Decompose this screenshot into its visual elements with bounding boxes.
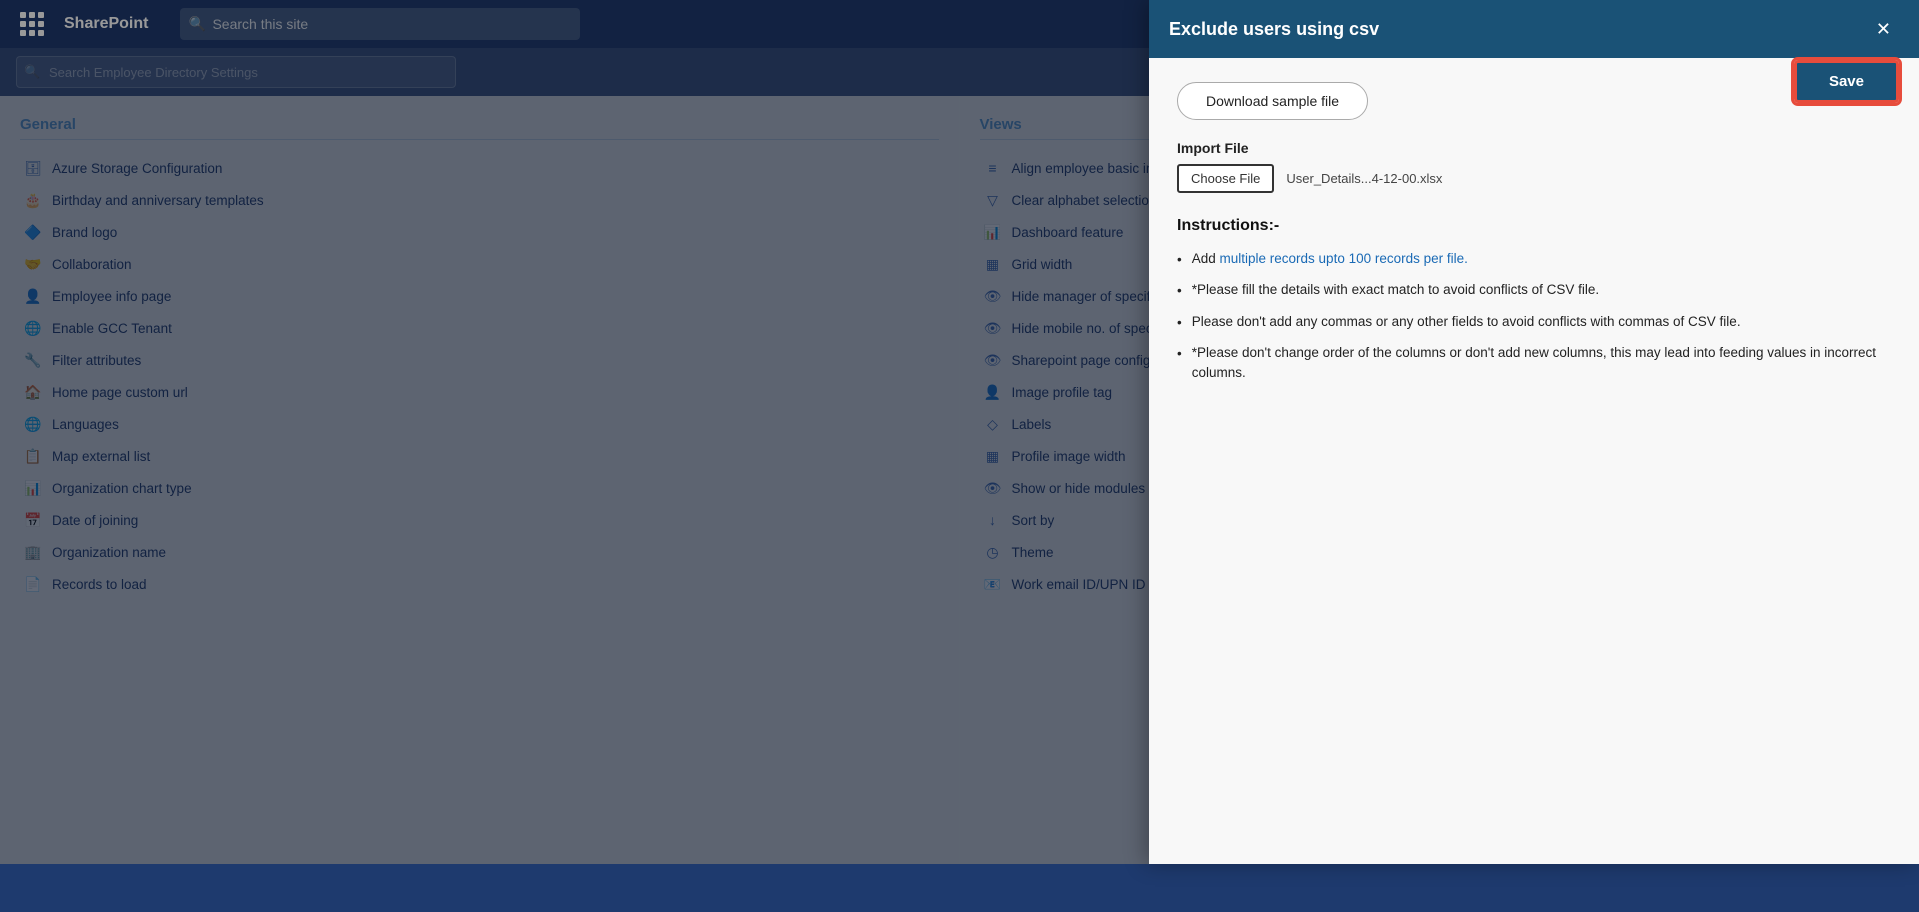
save-button[interactable]: Save <box>1794 60 1899 103</box>
modal-close-button[interactable]: ✕ <box>1868 16 1899 42</box>
instruction-text: *Please don't change order of the column… <box>1192 343 1891 384</box>
instruction-text: *Please fill the details with exact matc… <box>1192 280 1599 301</box>
instruction-item: • *Please fill the details with exact mat… <box>1177 280 1891 301</box>
instruction-item: •*Please don't change order of the colum… <box>1177 343 1891 384</box>
bullet-icon: • <box>1177 313 1182 333</box>
instructions-title: Instructions:- <box>1177 217 1891 235</box>
bullet-icon: • <box>1177 250 1182 270</box>
modal-title: Exclude users using csv <box>1169 19 1379 40</box>
file-name-display: User_Details...4-12-00.xlsx <box>1286 171 1442 186</box>
instruction-text: Please don't add any commas or any other… <box>1192 312 1741 333</box>
download-sample-button[interactable]: Download sample file <box>1177 82 1368 120</box>
choose-file-button[interactable]: Choose File <box>1177 164 1274 193</box>
import-file-label: Import File <box>1177 140 1891 156</box>
modal-body: Save Download sample file Import File Ch… <box>1149 58 1919 864</box>
instruction-text: Add multiple records upto 100 records pe… <box>1192 249 1468 270</box>
instructions-list: • Add multiple records upto 100 records p… <box>1177 249 1891 383</box>
instruction-item: • Please don't add any commas or any othe… <box>1177 312 1891 333</box>
file-input-row: Choose File User_Details...4-12-00.xlsx <box>1177 164 1891 193</box>
bullet-icon: • <box>1177 344 1182 384</box>
exclude-users-modal: Exclude users using csv ✕ Save Download … <box>1149 0 1919 864</box>
bullet-icon: • <box>1177 281 1182 301</box>
modal-header: Exclude users using csv ✕ <box>1149 0 1919 58</box>
instruction-item: • Add multiple records upto 100 records p… <box>1177 249 1891 270</box>
instruction-highlight: multiple records upto 100 records per fi… <box>1220 251 1468 266</box>
